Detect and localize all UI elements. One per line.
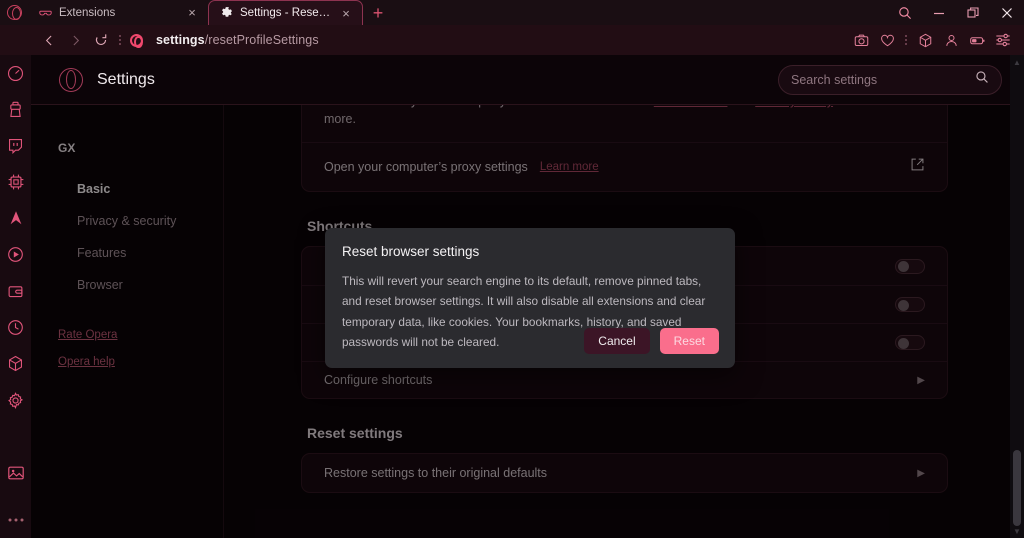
reset-browser-settings-dialog: Reset browser settings This will revert … xyxy=(325,228,735,368)
history-clock-icon[interactable] xyxy=(0,309,31,345)
gx-goggles-icon xyxy=(39,6,52,19)
gx-corner-cpu-icon[interactable] xyxy=(0,164,31,200)
easy-setup-sliders-icon[interactable] xyxy=(990,27,1016,53)
back-button[interactable] xyxy=(36,27,62,53)
more-dots-icon[interactable] xyxy=(0,502,31,538)
search-input[interactable] xyxy=(791,72,975,87)
opera-logo-icon xyxy=(6,5,22,20)
tab-title: Extensions xyxy=(59,6,116,19)
reset-button[interactable]: Reset xyxy=(659,328,719,354)
minimize-button[interactable] xyxy=(922,0,956,25)
dialog-title: Reset browser settings xyxy=(342,244,480,259)
maximize-restore-button[interactable] xyxy=(956,0,990,25)
gx-control-speedometer-icon[interactable] xyxy=(0,55,31,91)
aria-ai-icon[interactable] xyxy=(0,200,31,236)
cancel-button[interactable]: Cancel xyxy=(584,328,650,354)
dots-separator-icon xyxy=(900,27,912,53)
url-host: settings xyxy=(156,33,205,47)
opera-logo-icon xyxy=(59,67,83,92)
tab-bar: Extensions × Settings - Reset settings ×… xyxy=(0,0,1024,25)
search-icon xyxy=(975,70,989,89)
player-icon[interactable] xyxy=(0,237,31,273)
tab-title: Settings - Reset settings xyxy=(240,7,331,19)
address-url[interactable]: settings/resetProfileSettings xyxy=(156,33,319,47)
page-scrollbar[interactable]: ▲ ▼ xyxy=(1010,55,1024,538)
extensions-cube-icon[interactable] xyxy=(912,27,938,53)
close-window-button[interactable] xyxy=(990,0,1024,25)
tab-close-button[interactable]: × xyxy=(338,5,354,21)
scrollbar-thumb[interactable] xyxy=(1013,450,1021,526)
dialog-actions: Cancel Reset xyxy=(584,328,719,354)
settings-gear-icon[interactable] xyxy=(0,382,31,418)
gallery-image-icon[interactable] xyxy=(0,455,31,491)
browser-window: Extensions × Settings - Reset settings ×… xyxy=(0,0,1024,538)
scroll-up-arrow-icon[interactable]: ▲ xyxy=(1010,55,1024,69)
forward-button[interactable] xyxy=(62,27,88,53)
address-bar-icons xyxy=(848,27,1016,53)
heart-favorite-icon[interactable] xyxy=(874,27,900,53)
opera-menu-button[interactable] xyxy=(0,0,28,25)
page-title: Settings xyxy=(97,70,155,88)
address-bar: settings/resetProfileSettings xyxy=(0,25,1024,55)
tab-settings[interactable]: Settings - Reset settings × xyxy=(208,0,363,25)
snapshot-camera-icon[interactable] xyxy=(848,27,874,53)
reload-button[interactable] xyxy=(88,27,114,53)
site-opera-logo-icon xyxy=(126,30,146,50)
settings-header: Settings xyxy=(31,55,1024,105)
window-controls xyxy=(888,0,1024,25)
gear-icon xyxy=(220,7,233,20)
sidebar-rail xyxy=(0,55,31,538)
url-path: /resetProfileSettings xyxy=(204,33,319,47)
gx-cleaner-broom-icon[interactable] xyxy=(0,91,31,127)
dots-separator-icon xyxy=(114,27,126,53)
profile-person-icon[interactable] xyxy=(938,27,964,53)
twitch-icon[interactable] xyxy=(0,128,31,164)
wallet-icon[interactable] xyxy=(0,273,31,309)
tab-search-icon[interactable] xyxy=(888,0,922,25)
new-tab-button[interactable]: + xyxy=(363,0,393,25)
scroll-down-arrow-icon[interactable]: ▼ xyxy=(1010,524,1024,538)
extensions-cube-icon[interactable] xyxy=(0,346,31,382)
tab-close-button[interactable]: × xyxy=(184,5,200,21)
battery-saver-icon[interactable] xyxy=(964,27,990,53)
settings-search-box[interactable] xyxy=(778,64,1002,95)
tab-extensions[interactable]: Extensions × xyxy=(28,0,208,25)
